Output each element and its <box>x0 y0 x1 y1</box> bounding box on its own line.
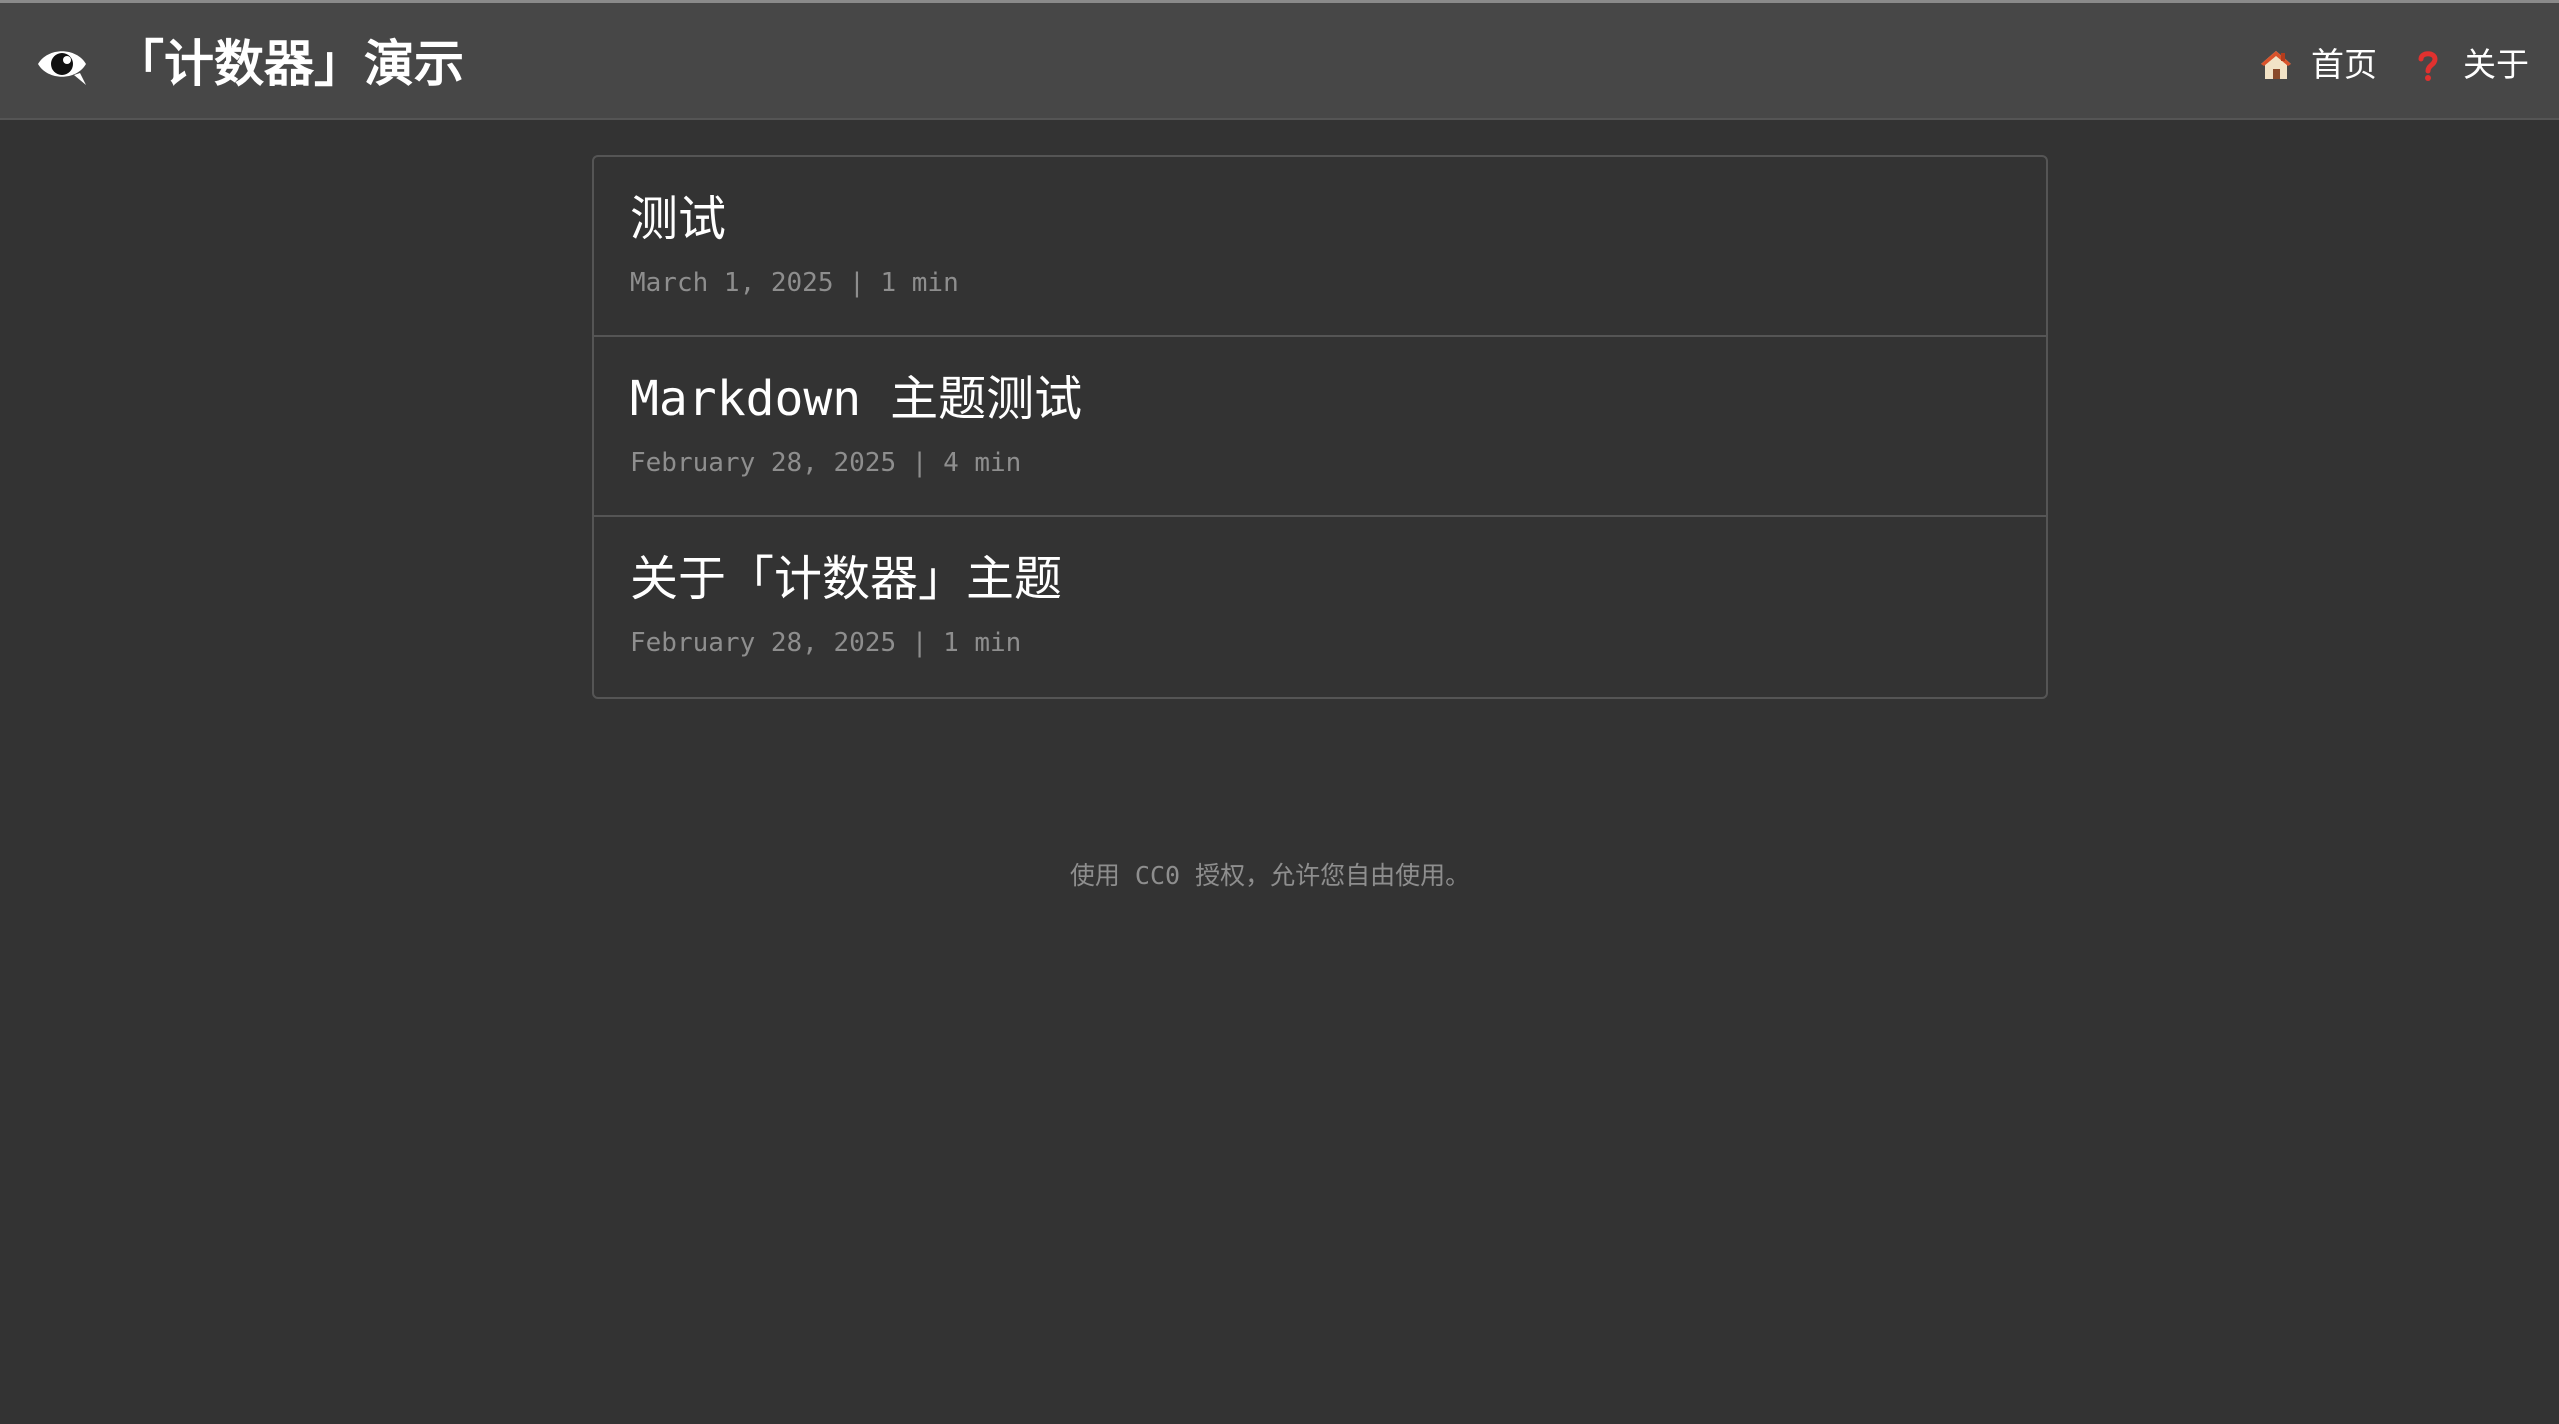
post-meta: March 1, 2025 | 1 min <box>630 268 959 298</box>
post-item[interactable]: Markdown 主题测试 February 28, 2025 | 4 min <box>594 337 2046 517</box>
post-list: 测试 March 1, 2025 | 1 min Markdown 主题测试 F… <box>592 155 2048 699</box>
eye-icon[interactable] <box>34 41 90 87</box>
post-title[interactable]: Markdown 主题测试 <box>630 367 2046 431</box>
site-title[interactable]: 「计数器」演示 <box>114 31 464 97</box>
post-title[interactable]: 关于「计数器」主题 <box>630 547 2046 611</box>
post-item[interactable]: 关于「计数器」主题 February 28, 2025 | 1 min <box>594 517 2046 697</box>
site-header: 「计数器」演示 首页 关于 <box>0 3 2559 120</box>
post-meta: February 28, 2025 | 1 min <box>630 628 1022 658</box>
nav-home[interactable]: 首页 <box>2259 39 2377 91</box>
post-item[interactable]: 测试 March 1, 2025 | 1 min <box>594 157 2046 337</box>
house-icon <box>2261 51 2291 79</box>
post-title[interactable]: 测试 <box>630 187 2046 251</box>
license-text: 使用 CC0 授权，允许您自由使用。 <box>1069 861 1471 890</box>
question-mark-icon <box>2418 51 2438 81</box>
nav-about[interactable]: 关于 <box>2411 39 2529 91</box>
post-meta: February 28, 2025 | 4 min <box>630 448 1022 478</box>
main-nav: 首页 关于 <box>2225 39 2529 91</box>
site-footer: 使用 CC0 授权，允许您自由使用。 <box>0 858 2540 894</box>
nav-home-label: 首页 <box>2311 45 2377 84</box>
nav-about-label: 关于 <box>2463 45 2529 84</box>
